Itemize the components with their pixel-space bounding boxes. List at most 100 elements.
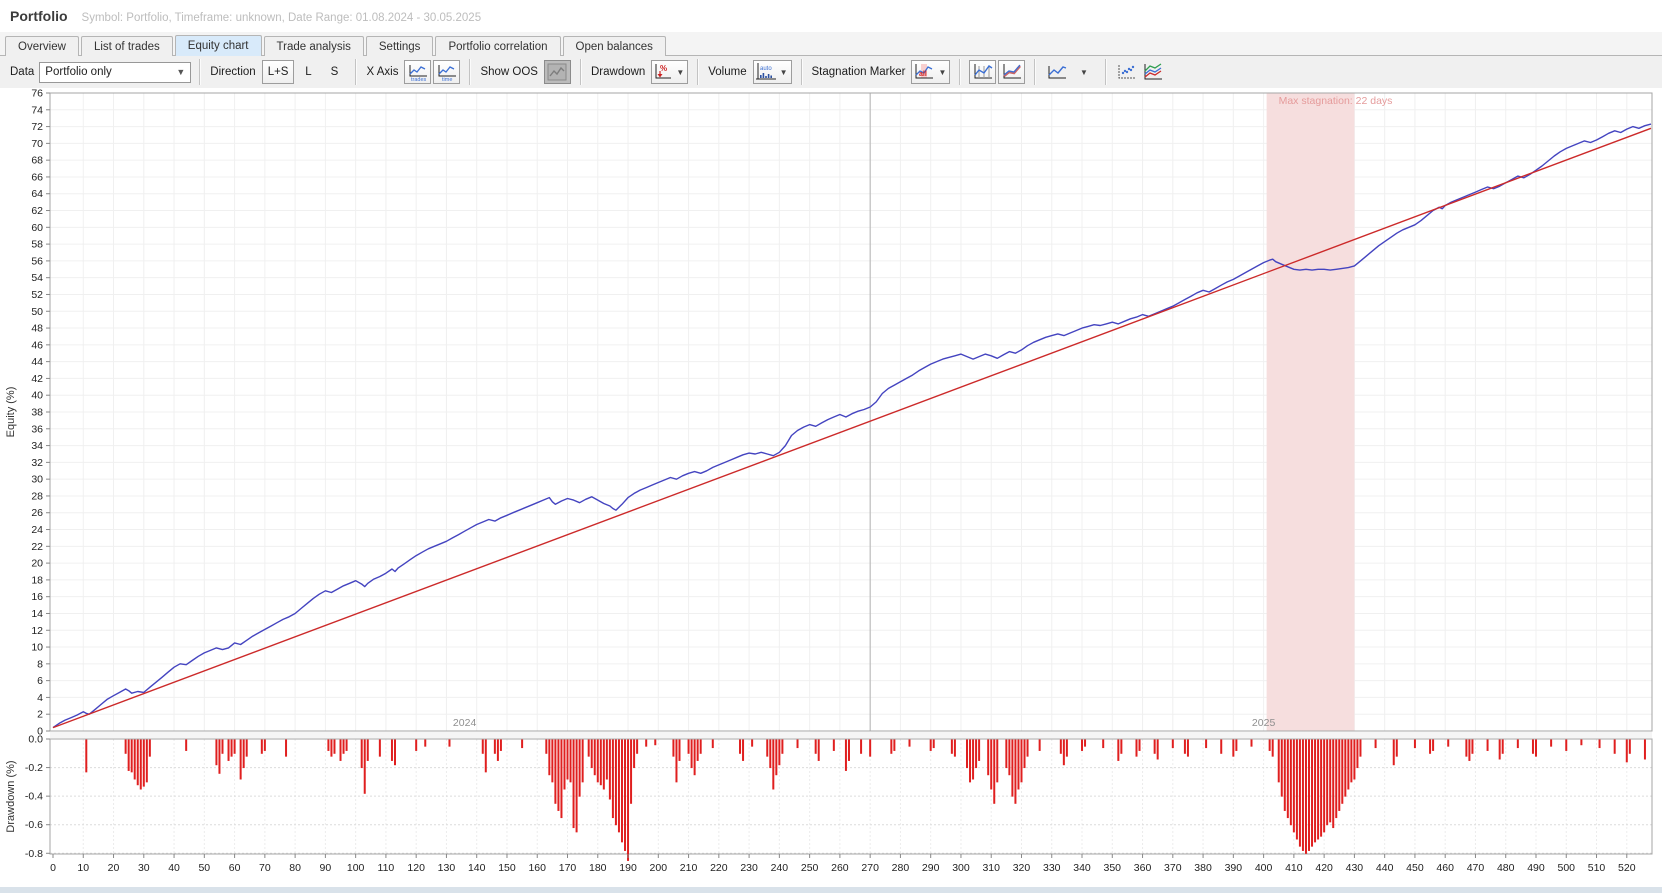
chevron-down-icon: ▼ [176, 67, 186, 77]
svg-text:160: 160 [528, 862, 546, 874]
svg-text:74: 74 [31, 104, 43, 116]
drawdown-bar [1286, 739, 1289, 819]
stagnation-label: Max stagnation: 22 days [1279, 95, 1393, 107]
drawdown-bar [1023, 739, 1026, 769]
svg-text:62: 62 [31, 205, 43, 217]
direction-ls-button[interactable]: L+S [261, 60, 295, 84]
xaxis-trades-button[interactable]: trades [404, 60, 432, 84]
tab-trade-analysis[interactable]: Trade analysis [263, 36, 364, 56]
drawdown-bar [496, 739, 499, 761]
drawdown-bar [672, 739, 675, 757]
drawdown-label: Drawdown [590, 66, 646, 78]
chart-style-marks-button[interactable] [969, 60, 997, 84]
drawdown-bar [363, 739, 366, 794]
drawdown-bar [1304, 739, 1307, 854]
drawdown-bar [1329, 739, 1332, 823]
xaxis-time-button[interactable]: time [433, 60, 461, 84]
svg-text:0.0: 0.0 [28, 734, 43, 746]
drawdown-bar [908, 739, 911, 747]
direction-l-label: L [305, 66, 312, 78]
separator [199, 59, 201, 85]
drawdown-mode-button[interactable]: % ▼ [651, 60, 689, 84]
drawdown-bar [1432, 739, 1435, 751]
svg-text:400: 400 [1255, 862, 1273, 874]
drawdown-bar [218, 739, 221, 774]
svg-text:6: 6 [37, 675, 43, 687]
volume-auto-icon: auto [755, 63, 776, 80]
scatter-view-button[interactable] [1115, 60, 1139, 84]
drawdown-bar [993, 739, 996, 804]
svg-text:46: 46 [31, 339, 43, 351]
tab-overview[interactable]: Overview [5, 36, 79, 56]
tab-open-balances[interactable]: Open balances [562, 36, 666, 56]
drawdown-bar [1317, 739, 1320, 840]
svg-text:20: 20 [31, 558, 43, 570]
svg-text:210: 210 [680, 862, 698, 874]
tab-list-of-trades[interactable]: List of trades [80, 36, 173, 56]
chart-style-filled-button[interactable] [998, 60, 1026, 84]
tab-equity-chart[interactable]: Equity chart [174, 35, 262, 56]
stagnation-marker-button[interactable]: all ▼ [911, 60, 951, 84]
drawdown-bar [424, 739, 427, 747]
svg-text:150: 150 [498, 862, 516, 874]
drawdown-bar [142, 739, 145, 787]
drawdown-bar [1359, 739, 1362, 757]
drawdown-bar [953, 739, 956, 757]
drawdown-bar [929, 739, 932, 751]
tab-settings[interactable]: Settings [365, 36, 434, 56]
drawdown-bar [1501, 739, 1504, 754]
drawdown-bar [563, 739, 566, 790]
svg-text:180: 180 [589, 862, 607, 874]
svg-text:72: 72 [31, 121, 43, 133]
svg-text:240: 240 [771, 862, 789, 874]
drawdown-bar [860, 739, 863, 754]
svg-text:14: 14 [31, 608, 43, 620]
volume-mode-button[interactable]: auto ▼ [752, 60, 792, 84]
svg-text:16: 16 [31, 591, 43, 603]
svg-text:30: 30 [138, 862, 150, 874]
svg-text:4: 4 [37, 692, 43, 704]
svg-text:110: 110 [378, 862, 395, 874]
drawdown-bar [124, 739, 127, 754]
drawdown-bar [602, 739, 605, 790]
drawdown-bar [599, 739, 602, 786]
drawdown-bar [1235, 739, 1238, 751]
drawdown-bar [572, 739, 575, 829]
drawdown-bar [751, 739, 754, 747]
chevron-down-icon: ▼ [676, 67, 685, 77]
svg-text:410: 410 [1285, 862, 1303, 874]
svg-text:60: 60 [229, 862, 241, 874]
line-style-dropdown[interactable]: ▼ [1072, 60, 1096, 84]
header: Portfolio Symbol: Portfolio, Timeframe: … [0, 0, 1662, 32]
equity-chart-panel[interactable]: Max stagnation: 22 days 0 2 4 6 8 10 12 14 16 18 20… [0, 88, 1662, 887]
drawdown-bar [817, 739, 820, 761]
drawdown-bar [215, 739, 218, 766]
drawdown-bar [778, 739, 781, 766]
drawdown-bar [1065, 739, 1068, 757]
drawdown-bar [493, 739, 496, 754]
drawdown-bar [966, 739, 969, 769]
drawdown-bar [393, 739, 396, 766]
stagnation-band [1266, 93, 1355, 731]
data-label: Data [10, 66, 35, 78]
drawdown-bar [1102, 739, 1105, 749]
data-select-value: Portfolio only [45, 66, 112, 78]
drawdown-bar [345, 739, 348, 751]
data-select[interactable]: Portfolio only ▼ [39, 61, 192, 83]
tab-portfolio-correlation[interactable]: Portfolio correlation [435, 36, 561, 56]
svg-text:44: 44 [31, 356, 43, 368]
svg-text:330: 330 [1043, 862, 1061, 874]
svg-text:170: 170 [559, 862, 577, 874]
svg-text:26: 26 [31, 507, 43, 519]
drawdown-bar [1011, 739, 1014, 797]
line-style-button[interactable] [1044, 60, 1070, 84]
drawdown-bar [1280, 739, 1283, 797]
direction-s-button[interactable]: S [322, 60, 346, 84]
show-oos-button[interactable] [543, 60, 571, 84]
drawdown-bar [390, 739, 393, 761]
multi-series-view-button[interactable] [1141, 60, 1165, 84]
direction-l-button[interactable]: L [296, 60, 320, 84]
separator [355, 59, 357, 85]
svg-text:310: 310 [982, 862, 1000, 874]
svg-text:50: 50 [198, 862, 210, 874]
